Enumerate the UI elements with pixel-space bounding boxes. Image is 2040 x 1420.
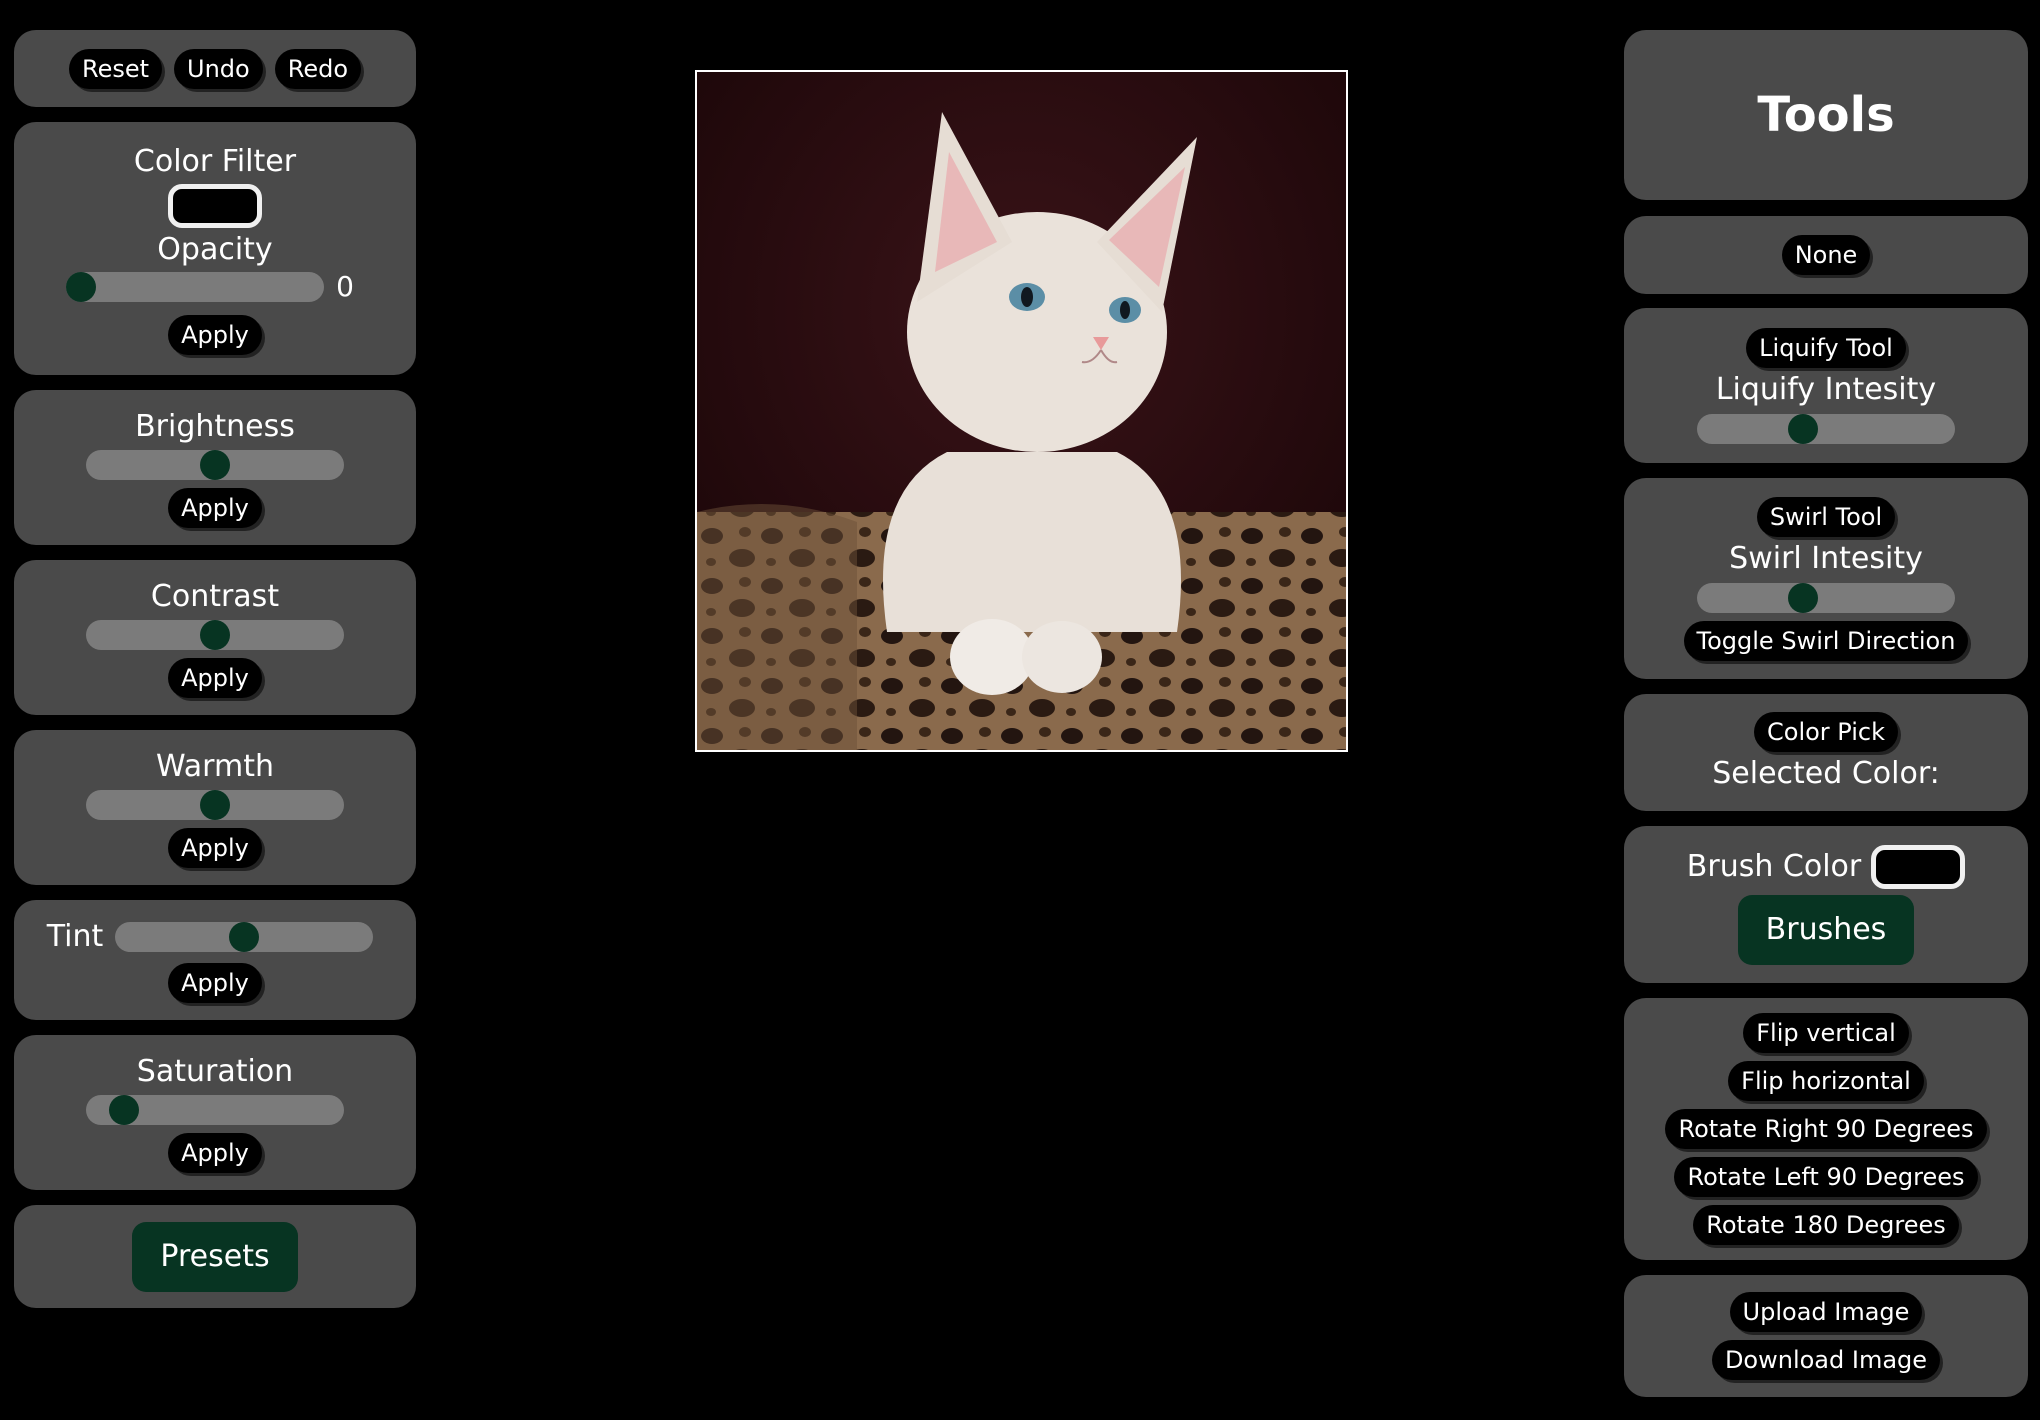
saturation-slider-knob[interactable] xyxy=(108,1095,139,1125)
opacity-label: Opacity xyxy=(157,232,273,267)
selected-color-label: Selected Color: xyxy=(1712,755,1940,791)
brush-color-label: Brush Color xyxy=(1686,848,1862,884)
image-canvas[interactable] xyxy=(695,70,1348,752)
warmth-slider-knob[interactable] xyxy=(200,790,230,820)
opacity-value: 0 xyxy=(336,270,354,303)
presets-button[interactable]: Presets xyxy=(132,1221,298,1292)
tint-slider[interactable] xyxy=(115,922,374,952)
liquify-intensity-label: Liquify Intesity xyxy=(1715,371,1937,407)
file-panel: Upload Image Download Image xyxy=(1624,1275,2028,1397)
swirl-panel: Swirl Tool Swirl Intesity Toggle Swirl D… xyxy=(1624,478,2028,679)
toggle-swirl-direction-button[interactable]: Toggle Swirl Direction xyxy=(1683,620,1969,661)
saturation-apply-button[interactable]: Apply xyxy=(168,1133,262,1173)
none-tool-button[interactable]: None xyxy=(1781,235,1871,275)
liquify-intensity-knob[interactable] xyxy=(1788,413,1819,444)
brush-color-swatch[interactable] xyxy=(1871,844,1966,889)
presets-panel: Presets xyxy=(14,1205,416,1308)
color-pick-button[interactable]: Color Pick xyxy=(1754,711,1898,752)
brightness-slider[interactable] xyxy=(86,450,344,480)
swirl-intensity-slider[interactable] xyxy=(1697,582,1955,613)
brightness-panel: Brightness Apply xyxy=(14,390,416,545)
rotate-left-90-button[interactable]: Rotate Left 90 Degrees xyxy=(1674,1157,1978,1197)
tint-title: Tint xyxy=(46,919,104,954)
color-pick-panel: Color Pick Selected Color: xyxy=(1624,694,2028,811)
color-filter-panel: Color Filter Opacity 0 Apply xyxy=(14,122,416,375)
warmth-slider[interactable] xyxy=(86,790,344,820)
liquify-panel: Liquify Tool Liquify Intesity xyxy=(1624,308,2028,463)
warmth-title: Warmth xyxy=(156,749,274,784)
opacity-slider[interactable] xyxy=(66,271,325,302)
flip-horizontal-button[interactable]: Flip horizontal xyxy=(1728,1061,1924,1101)
rotate-180-button[interactable]: Rotate 180 Degrees xyxy=(1693,1205,1959,1245)
brushes-button[interactable]: Brushes xyxy=(1737,894,1915,965)
saturation-slider[interactable] xyxy=(86,1095,344,1125)
tint-panel: Tint Apply xyxy=(14,900,416,1020)
color-filter-swatch[interactable] xyxy=(168,184,262,228)
liquify-intensity-slider[interactable] xyxy=(1697,413,1955,444)
saturation-title: Saturation xyxy=(136,1054,294,1089)
download-image-button[interactable]: Download Image xyxy=(1711,1340,1941,1380)
swirl-intensity-label: Swirl Intesity xyxy=(1729,540,1923,576)
liquify-tool-button[interactable]: Liquify Tool xyxy=(1746,327,1906,368)
upload-image-button[interactable]: Upload Image xyxy=(1729,1292,1923,1332)
color-filter-apply-button[interactable]: Apply xyxy=(168,315,262,355)
brush-panel: Brush Color Brushes xyxy=(1624,826,2028,983)
contrast-title: Contrast xyxy=(150,579,280,614)
flip-vertical-button[interactable]: Flip vertical xyxy=(1743,1013,1909,1053)
transform-panel: Flip vertical Flip horizontal Rotate Rig… xyxy=(1624,998,2028,1260)
tint-apply-button[interactable]: Apply xyxy=(168,963,262,1003)
contrast-slider[interactable] xyxy=(86,620,344,650)
color-filter-title: Color Filter xyxy=(133,144,297,179)
redo-button[interactable]: Redo xyxy=(274,48,362,89)
warmth-panel: Warmth Apply xyxy=(14,730,416,885)
contrast-slider-knob[interactable] xyxy=(200,620,230,650)
swirl-tool-button[interactable]: Swirl Tool xyxy=(1756,496,1896,537)
contrast-panel: Contrast Apply xyxy=(14,560,416,715)
history-panel: Reset Undo Redo xyxy=(14,30,416,107)
opacity-slider-knob[interactable] xyxy=(66,271,97,302)
brightness-slider-knob[interactable] xyxy=(200,450,230,480)
tint-slider-knob[interactable] xyxy=(229,922,260,952)
reset-button[interactable]: Reset xyxy=(68,48,163,89)
warmth-apply-button[interactable]: Apply xyxy=(168,828,262,868)
rotate-right-90-button[interactable]: Rotate Right 90 Degrees xyxy=(1665,1109,1987,1149)
none-tool-panel: None xyxy=(1624,216,2028,294)
contrast-apply-button[interactable]: Apply xyxy=(168,658,262,698)
tools-title: Tools xyxy=(1757,87,1895,143)
tools-header-panel: Tools xyxy=(1624,30,2028,200)
saturation-panel: Saturation Apply xyxy=(14,1035,416,1190)
brightness-apply-button[interactable]: Apply xyxy=(168,488,262,528)
undo-button[interactable]: Undo xyxy=(174,48,263,89)
brightness-title: Brightness xyxy=(135,409,295,444)
swirl-intensity-knob[interactable] xyxy=(1788,582,1819,613)
kitten-photo xyxy=(697,72,1346,750)
